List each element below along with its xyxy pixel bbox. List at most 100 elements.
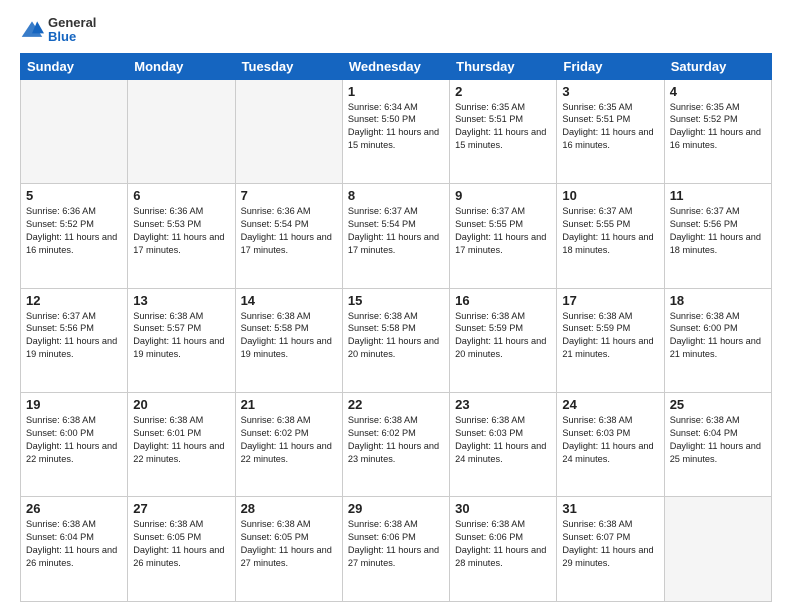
daylight-label: Daylight: 11 hours and 26 minutes. — [133, 545, 224, 568]
sunrise-label: Sunrise: 6:38 AM — [348, 519, 418, 529]
day-number: 5 — [26, 188, 122, 203]
sunset-label: Sunset: 5:53 PM — [133, 219, 201, 229]
week-row-3: 12 Sunrise: 6:37 AM Sunset: 5:56 PM Dayl… — [21, 288, 772, 392]
day-number: 31 — [562, 501, 658, 516]
sunset-label: Sunset: 6:04 PM — [670, 428, 738, 438]
daylight-label: Daylight: 11 hours and 27 minutes. — [348, 545, 439, 568]
day-info: Sunrise: 6:37 AM Sunset: 5:54 PM Dayligh… — [348, 205, 444, 257]
day-number: 17 — [562, 293, 658, 308]
day-info: Sunrise: 6:38 AM Sunset: 5:58 PM Dayligh… — [348, 310, 444, 362]
day-info: Sunrise: 6:35 AM Sunset: 5:51 PM Dayligh… — [455, 101, 551, 153]
sunset-label: Sunset: 6:02 PM — [348, 428, 416, 438]
calendar: SundayMondayTuesdayWednesdayThursdayFrid… — [20, 53, 772, 602]
day-number: 23 — [455, 397, 551, 412]
weekday-header-saturday: Saturday — [664, 53, 771, 79]
daylight-label: Daylight: 11 hours and 17 minutes. — [348, 232, 439, 255]
daylight-label: Daylight: 11 hours and 18 minutes. — [562, 232, 653, 255]
calendar-cell: 12 Sunrise: 6:37 AM Sunset: 5:56 PM Dayl… — [21, 288, 128, 392]
weekday-header-wednesday: Wednesday — [342, 53, 449, 79]
calendar-cell: 1 Sunrise: 6:34 AM Sunset: 5:50 PM Dayli… — [342, 79, 449, 183]
sunrise-label: Sunrise: 6:38 AM — [562, 311, 632, 321]
calendar-cell: 8 Sunrise: 6:37 AM Sunset: 5:54 PM Dayli… — [342, 184, 449, 288]
calendar-cell: 14 Sunrise: 6:38 AM Sunset: 5:58 PM Dayl… — [235, 288, 342, 392]
day-info: Sunrise: 6:38 AM Sunset: 6:07 PM Dayligh… — [562, 518, 658, 570]
day-number: 28 — [241, 501, 337, 516]
weekday-header-monday: Monday — [128, 53, 235, 79]
sunrise-label: Sunrise: 6:35 AM — [455, 102, 525, 112]
logo-general: General — [48, 15, 96, 30]
day-number: 7 — [241, 188, 337, 203]
sunset-label: Sunset: 6:06 PM — [348, 532, 416, 542]
sunset-label: Sunset: 6:06 PM — [455, 532, 523, 542]
logo: General Blue — [20, 16, 96, 45]
day-number: 15 — [348, 293, 444, 308]
day-info: Sunrise: 6:38 AM Sunset: 6:04 PM Dayligh… — [26, 518, 122, 570]
sunrise-label: Sunrise: 6:37 AM — [348, 206, 418, 216]
day-number: 20 — [133, 397, 229, 412]
day-number: 1 — [348, 84, 444, 99]
calendar-cell: 16 Sunrise: 6:38 AM Sunset: 5:59 PM Dayl… — [450, 288, 557, 392]
logo-icon — [20, 18, 44, 42]
sunrise-label: Sunrise: 6:38 AM — [133, 519, 203, 529]
day-number: 14 — [241, 293, 337, 308]
daylight-label: Daylight: 11 hours and 15 minutes. — [348, 127, 439, 150]
day-info: Sunrise: 6:37 AM Sunset: 5:56 PM Dayligh… — [26, 310, 122, 362]
calendar-cell: 4 Sunrise: 6:35 AM Sunset: 5:52 PM Dayli… — [664, 79, 771, 183]
sunset-label: Sunset: 6:04 PM — [26, 532, 94, 542]
day-info: Sunrise: 6:38 AM Sunset: 6:00 PM Dayligh… — [670, 310, 766, 362]
calendar-cell: 2 Sunrise: 6:35 AM Sunset: 5:51 PM Dayli… — [450, 79, 557, 183]
day-number: 22 — [348, 397, 444, 412]
day-info: Sunrise: 6:38 AM Sunset: 6:01 PM Dayligh… — [133, 414, 229, 466]
sunset-label: Sunset: 5:55 PM — [562, 219, 630, 229]
calendar-cell: 22 Sunrise: 6:38 AM Sunset: 6:02 PM Dayl… — [342, 393, 449, 497]
calendar-cell: 30 Sunrise: 6:38 AM Sunset: 6:06 PM Dayl… — [450, 497, 557, 602]
sunset-label: Sunset: 5:57 PM — [133, 323, 201, 333]
daylight-label: Daylight: 11 hours and 19 minutes. — [26, 336, 117, 359]
sunset-label: Sunset: 5:52 PM — [26, 219, 94, 229]
sunset-label: Sunset: 5:50 PM — [348, 114, 416, 124]
daylight-label: Daylight: 11 hours and 24 minutes. — [455, 441, 546, 464]
sunrise-label: Sunrise: 6:35 AM — [562, 102, 632, 112]
sunset-label: Sunset: 6:00 PM — [26, 428, 94, 438]
sunrise-label: Sunrise: 6:34 AM — [348, 102, 418, 112]
calendar-cell: 19 Sunrise: 6:38 AM Sunset: 6:00 PM Dayl… — [21, 393, 128, 497]
day-info: Sunrise: 6:38 AM Sunset: 5:57 PM Dayligh… — [133, 310, 229, 362]
daylight-label: Daylight: 11 hours and 21 minutes. — [670, 336, 761, 359]
calendar-cell: 28 Sunrise: 6:38 AM Sunset: 6:05 PM Dayl… — [235, 497, 342, 602]
calendar-cell: 18 Sunrise: 6:38 AM Sunset: 6:00 PM Dayl… — [664, 288, 771, 392]
sunrise-label: Sunrise: 6:38 AM — [133, 415, 203, 425]
day-number: 21 — [241, 397, 337, 412]
day-number: 30 — [455, 501, 551, 516]
day-info: Sunrise: 6:37 AM Sunset: 5:55 PM Dayligh… — [562, 205, 658, 257]
day-info: Sunrise: 6:36 AM Sunset: 5:53 PM Dayligh… — [133, 205, 229, 257]
daylight-label: Daylight: 11 hours and 29 minutes. — [562, 545, 653, 568]
calendar-cell — [21, 79, 128, 183]
sunrise-label: Sunrise: 6:38 AM — [26, 519, 96, 529]
sunset-label: Sunset: 6:02 PM — [241, 428, 309, 438]
calendar-cell: 20 Sunrise: 6:38 AM Sunset: 6:01 PM Dayl… — [128, 393, 235, 497]
day-number: 27 — [133, 501, 229, 516]
sunset-label: Sunset: 5:59 PM — [455, 323, 523, 333]
day-info: Sunrise: 6:38 AM Sunset: 6:02 PM Dayligh… — [348, 414, 444, 466]
sunrise-label: Sunrise: 6:38 AM — [241, 311, 311, 321]
sunrise-label: Sunrise: 6:36 AM — [241, 206, 311, 216]
daylight-label: Daylight: 11 hours and 23 minutes. — [348, 441, 439, 464]
calendar-cell: 7 Sunrise: 6:36 AM Sunset: 5:54 PM Dayli… — [235, 184, 342, 288]
daylight-label: Daylight: 11 hours and 19 minutes. — [241, 336, 332, 359]
day-number: 26 — [26, 501, 122, 516]
calendar-cell: 24 Sunrise: 6:38 AM Sunset: 6:03 PM Dayl… — [557, 393, 664, 497]
calendar-cell — [664, 497, 771, 602]
sunset-label: Sunset: 5:59 PM — [562, 323, 630, 333]
sunrise-label: Sunrise: 6:38 AM — [562, 519, 632, 529]
weekday-header-row: SundayMondayTuesdayWednesdayThursdayFrid… — [21, 53, 772, 79]
sunrise-label: Sunrise: 6:38 AM — [455, 311, 525, 321]
calendar-cell: 11 Sunrise: 6:37 AM Sunset: 5:56 PM Dayl… — [664, 184, 771, 288]
sunset-label: Sunset: 5:51 PM — [562, 114, 630, 124]
daylight-label: Daylight: 11 hours and 22 minutes. — [241, 441, 332, 464]
calendar-cell: 17 Sunrise: 6:38 AM Sunset: 5:59 PM Dayl… — [557, 288, 664, 392]
sunset-label: Sunset: 5:54 PM — [348, 219, 416, 229]
daylight-label: Daylight: 11 hours and 28 minutes. — [455, 545, 546, 568]
day-info: Sunrise: 6:38 AM Sunset: 6:02 PM Dayligh… — [241, 414, 337, 466]
daylight-label: Daylight: 11 hours and 17 minutes. — [455, 232, 546, 255]
day-info: Sunrise: 6:38 AM Sunset: 6:00 PM Dayligh… — [26, 414, 122, 466]
